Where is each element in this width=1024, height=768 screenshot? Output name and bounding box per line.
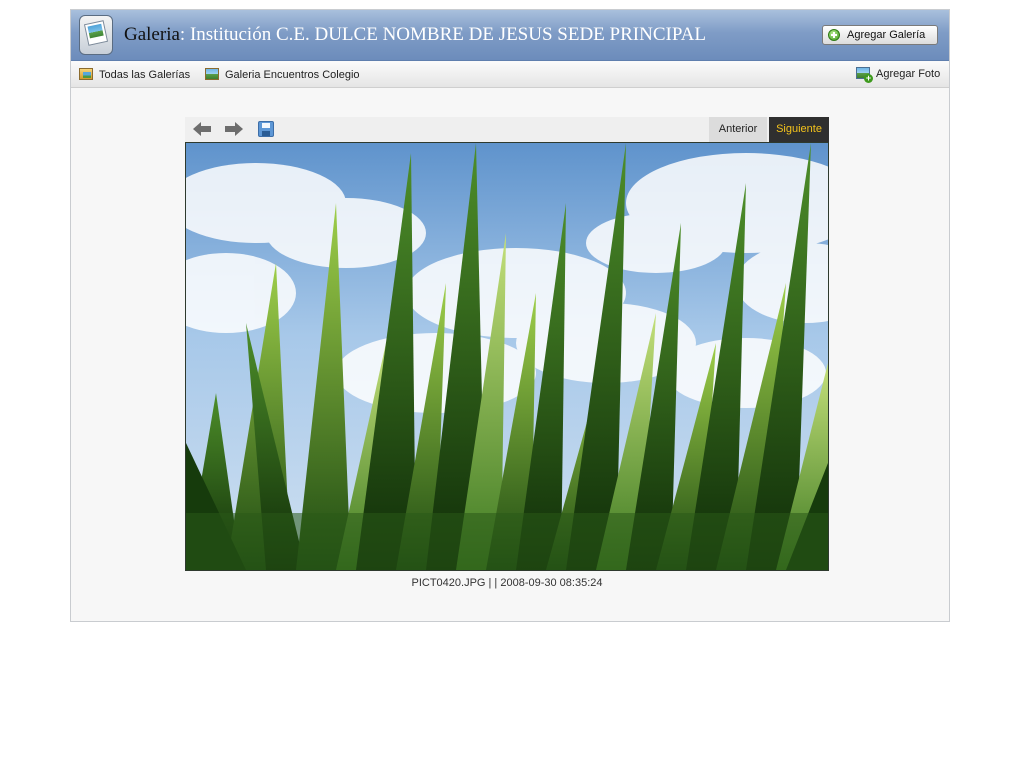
page-title: Galeria: Institución C.E. DULCE NOMBRE D…	[124, 24, 706, 46]
title-label: Galeria	[124, 24, 180, 45]
gallery-container: Galeria: Institución C.E. DULCE NOMBRE D…	[70, 9, 950, 622]
arrow-left-icon[interactable]	[193, 121, 213, 137]
photo-caption: PICT0420.JPG | | 2008-09-30 08:35:24	[411, 577, 603, 589]
all-galleries-label: Todas las Galerías	[99, 69, 191, 81]
add-photo-link[interactable]: Agregar Foto	[856, 67, 941, 83]
viewer-toolbar: Anterior Siguiente	[185, 117, 829, 142]
title-text: Institución C.E. DULCE NOMBRE DE JESUS S…	[189, 24, 706, 45]
galleries-icon	[79, 68, 93, 80]
next-button[interactable]: Siguiente	[769, 117, 829, 142]
add-photo-icon	[856, 67, 873, 83]
previous-button[interactable]: Anterior	[709, 117, 767, 142]
plus-circle-icon	[828, 29, 840, 41]
add-gallery-button[interactable]: Agregar Galería	[822, 25, 938, 45]
photo-display[interactable]	[185, 142, 829, 571]
grass-photo	[186, 143, 828, 570]
title-separator: :	[179, 24, 190, 45]
save-icon[interactable]	[258, 121, 274, 137]
arrow-right-icon[interactable]	[223, 121, 243, 137]
current-gallery-link[interactable]: Galeria Encuentros Colegio	[205, 68, 360, 81]
add-gallery-label: Agregar Galería	[847, 29, 926, 41]
all-galleries-link[interactable]: Todas las Galerías	[79, 68, 190, 81]
current-gallery-label: Galeria Encuentros Colegio	[225, 69, 360, 81]
gallery-image-icon	[205, 68, 219, 80]
gallery-subnav: Todas las Galerías Galeria Encuentros Co…	[71, 61, 949, 88]
gallery-logo-icon	[79, 15, 113, 55]
add-photo-label: Agregar Foto	[876, 68, 941, 80]
gallery-header: Galeria: Institución C.E. DULCE NOMBRE D…	[71, 10, 949, 61]
